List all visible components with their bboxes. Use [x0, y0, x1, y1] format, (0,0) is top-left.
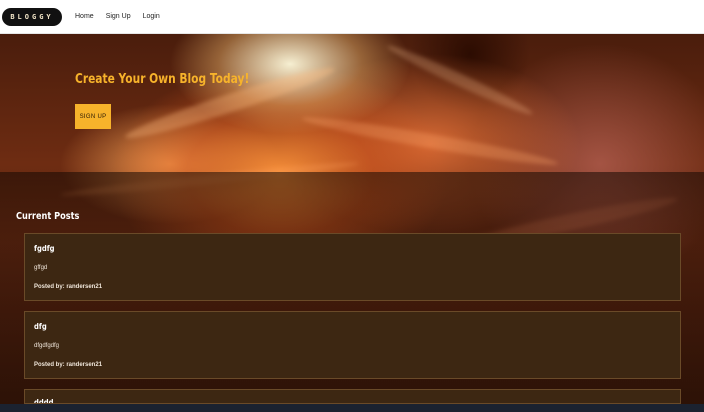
- current-posts-heading: Current Posts: [16, 211, 80, 222]
- post-card[interactable]: fgdfg gffgd Posted by: randersen21: [24, 233, 681, 301]
- top-navbar: BLOGGY Home Sign Up Login: [0, 0, 704, 34]
- post-body: gffgd: [34, 265, 48, 271]
- post-card[interactable]: dddd: [24, 389, 681, 404]
- post-card[interactable]: dfg dfgdfgdfg Posted by: randersen21: [24, 311, 681, 379]
- post-title: dddd: [34, 398, 54, 404]
- site-logo[interactable]: BLOGGY: [2, 7, 62, 26]
- post-body: dfgdfgdfg: [34, 343, 60, 349]
- bottom-strip: [0, 404, 704, 412]
- nav-link-login[interactable]: Login: [143, 13, 160, 20]
- post-title: fgdfg: [34, 244, 55, 253]
- post-title: dfg: [34, 322, 47, 331]
- post-author: Posted by: randersen21: [34, 284, 103, 290]
- hero-sign-up-button[interactable]: SIGN UP: [75, 104, 111, 129]
- nav-link-home[interactable]: Home: [75, 13, 94, 20]
- hero-title: Create Your Own Blog Today!: [75, 72, 250, 87]
- post-author: Posted by: randersen21: [34, 362, 103, 368]
- nav-link-sign-up[interactable]: Sign Up: [106, 13, 131, 20]
